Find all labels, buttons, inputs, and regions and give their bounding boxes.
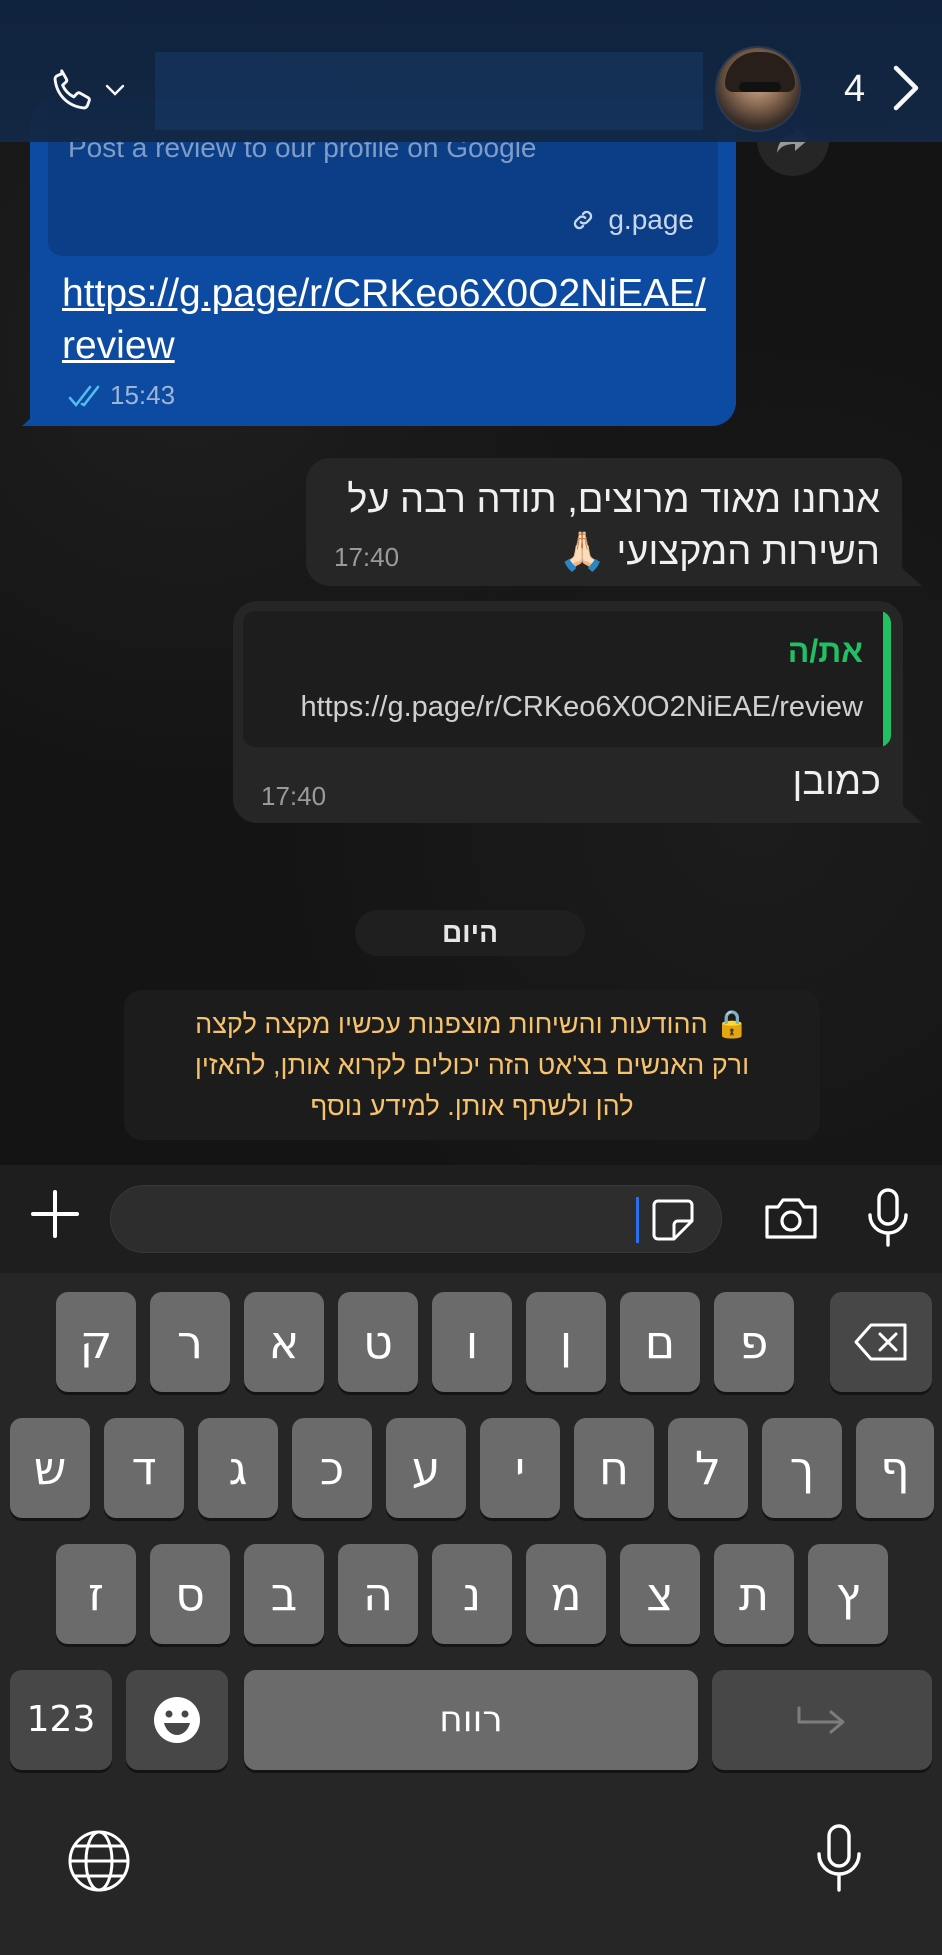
link-preview-domain: g.page (570, 204, 694, 236)
message-status: 15:43 (68, 380, 175, 411)
link-icon (574, 210, 593, 230)
key-gimel[interactable]: ג (198, 1418, 278, 1518)
encryption-notice-line2: ורק האנשים בצ'אט הזה יכולים לקרוא אותן, … (194, 1050, 750, 1080)
quoted-message[interactable]: את/ה https://g.page/r/CRKeo6X0O2NiEAE/re… (243, 611, 891, 747)
key-qof[interactable]: ק (56, 1292, 136, 1392)
key-final-mem[interactable]: ם (620, 1292, 700, 1392)
phone-icon (53, 69, 91, 110)
back-button[interactable] (890, 64, 922, 117)
key-final-nun[interactable]: ן (526, 1292, 606, 1392)
backspace-key[interactable] (830, 1292, 932, 1392)
numbers-key[interactable]: 123 (10, 1670, 112, 1770)
contact-name-area[interactable] (155, 52, 703, 130)
attach-button[interactable] (28, 1187, 82, 1241)
dictation-button[interactable] (814, 1822, 864, 1899)
microphone-icon (817, 1824, 861, 1892)
emoji-icon (154, 1697, 200, 1743)
incoming-message[interactable]: אנחנו מאוד מרוצים, תודה רבה על השירות המ… (306, 458, 902, 586)
text-cursor (636, 1197, 639, 1243)
double-check-icon (68, 385, 100, 407)
call-button[interactable] (48, 60, 138, 120)
key-zayin[interactable]: ז (56, 1544, 136, 1644)
message-url[interactable]: https://g.page/r/CRKeo6X0O2NiEAE/ review (62, 268, 722, 372)
unread-count[interactable]: 4 (844, 68, 865, 111)
outgoing-message-link[interactable]: Post a review to our profile on Google g… (30, 100, 736, 426)
language-switch-button[interactable] (66, 1828, 132, 1899)
key-final-tsadi[interactable]: ץ (808, 1544, 888, 1644)
message-url-line1[interactable]: https://g.page/r/CRKeo6X0O2NiEAE/ (62, 268, 722, 320)
quote-text: https://g.page/r/CRKeo6X0O2NiEAE/review (300, 691, 863, 723)
quote-accent-bar (883, 611, 891, 747)
space-key[interactable]: רווח (244, 1670, 698, 1770)
key-mem[interactable]: מ (526, 1544, 606, 1644)
encryption-notice-line1: 🔒 ההודעות והשיחות מוצפנות עכשיו מקצה לקצ… (195, 1009, 749, 1039)
sticker-icon (652, 1199, 694, 1241)
globe-icon (68, 1830, 130, 1892)
key-lamed[interactable]: ל (668, 1418, 748, 1518)
key-bet[interactable]: ב (244, 1544, 324, 1644)
key-alef[interactable]: א (244, 1292, 324, 1392)
message-time: 17:40 (334, 542, 400, 572)
backspace-icon (854, 1323, 907, 1361)
key-final-kaf[interactable]: ך (762, 1418, 842, 1518)
message-time: 17:40 (261, 781, 327, 811)
microphone-button[interactable] (862, 1187, 914, 1249)
camera-icon (765, 1198, 817, 1239)
key-he[interactable]: ה (338, 1544, 418, 1644)
microphone-icon (868, 1188, 908, 1247)
key-tav[interactable]: ת (714, 1544, 794, 1644)
return-key[interactable] (712, 1670, 932, 1770)
link-preview-domain-text: g.page (608, 204, 694, 235)
message-text-line1: אנחנו מאוד מרוצים, תודה רבה על (347, 479, 880, 521)
key-nun[interactable]: נ (432, 1544, 512, 1644)
contact-avatar[interactable] (715, 46, 801, 132)
key-shin[interactable]: ש (10, 1418, 90, 1518)
return-icon (797, 1706, 845, 1734)
encryption-notice-line3[interactable]: להן ולשתף אותן. למידע נוסף (144, 1086, 800, 1127)
key-het[interactable]: ח (574, 1418, 654, 1518)
chevron-right-icon (893, 65, 919, 111)
sticker-button[interactable] (650, 1197, 696, 1243)
key-yod[interactable]: י (480, 1418, 560, 1518)
quote-author: את/ה (787, 633, 863, 669)
key-vav[interactable]: ו (432, 1292, 512, 1392)
message-text: כמובן (792, 761, 881, 803)
message-text-line2: השירות המקצועי 🙏🏻 (558, 531, 880, 573)
day-separator: היום (355, 910, 585, 956)
key-ayin[interactable]: ע (386, 1418, 466, 1518)
message-input[interactable] (110, 1185, 722, 1253)
key-tsadi[interactable]: צ (620, 1544, 700, 1644)
plus-icon (31, 1190, 79, 1238)
key-dalet[interactable]: ד (104, 1418, 184, 1518)
key-resh[interactable]: ר (150, 1292, 230, 1392)
chevron-down-icon (105, 84, 125, 96)
key-tet[interactable]: ט (338, 1292, 418, 1392)
key-kaf[interactable]: כ (292, 1418, 372, 1518)
incoming-reply-message[interactable]: את/ה https://g.page/r/CRKeo6X0O2NiEAE/re… (233, 601, 903, 823)
key-samekh[interactable]: ס (150, 1544, 230, 1644)
chat-header: 4 (0, 0, 942, 142)
emoji-key[interactable] (126, 1670, 228, 1770)
message-url-line2[interactable]: review (62, 320, 722, 372)
encryption-notice[interactable]: 🔒 ההודעות והשיחות מוצפנות עכשיו מקצה לקצ… (124, 990, 820, 1140)
composer-bar (0, 1165, 942, 1273)
camera-button[interactable] (762, 1193, 820, 1243)
message-text: אנחנו מאוד מרוצים, תודה רבה על השירות המ… (320, 474, 880, 578)
key-final-pe[interactable]: ף (856, 1418, 934, 1518)
key-pe[interactable]: פ (714, 1292, 794, 1392)
message-time: 15:43 (110, 380, 176, 410)
